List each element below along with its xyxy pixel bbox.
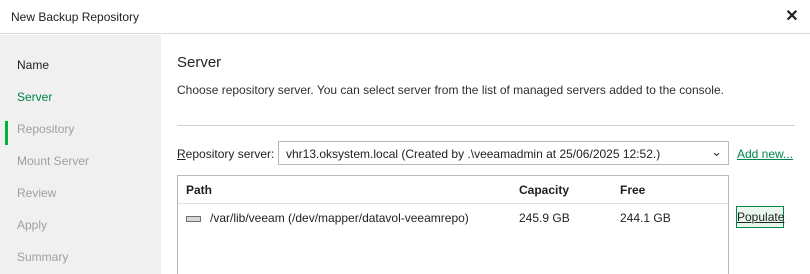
table-header: Path Capacity Free (178, 176, 728, 204)
repository-server-value: vhr13.oksystem.local (Created by .\veeam… (286, 147, 661, 161)
table-row[interactable]: /var/lib/veeam (/dev/mapper/datavol-veea… (178, 204, 728, 230)
divider (177, 125, 795, 126)
repository-server-select[interactable]: vhr13.oksystem.local (Created by .\veeam… (278, 141, 729, 165)
step-repository[interactable]: Repository (17, 117, 74, 141)
main-panel: Server Choose repository server. You can… (161, 35, 810, 274)
active-step-marker (5, 121, 8, 145)
chevron-down-icon: ⌄ (711, 144, 722, 159)
column-header-capacity[interactable]: Capacity (519, 183, 569, 197)
cell-capacity: 245.9 GB (519, 211, 570, 225)
step-server[interactable]: Server (17, 85, 52, 109)
step-name[interactable]: Name (17, 53, 49, 77)
populate-button[interactable]: Populate (736, 206, 784, 228)
cell-free: 244.1 GB (620, 211, 671, 225)
repository-server-label-text: epository server: (185, 147, 275, 161)
wizard-steps-sidebar: Name Server Repository Mount Server Revi… (0, 35, 161, 274)
cell-path: /var/lib/veeam (/dev/mapper/datavol-veea… (210, 211, 469, 225)
step-summary[interactable]: Summary (17, 245, 68, 269)
title-bar: New Backup Repository ✕ (0, 0, 810, 34)
step-apply[interactable]: Apply (17, 213, 47, 237)
step-mount-server[interactable]: Mount Server (17, 149, 89, 173)
add-new-link[interactable]: Add new... (737, 147, 793, 161)
window-title: New Backup Repository (11, 10, 140, 24)
repository-server-label-mnemonic: R (177, 147, 186, 161)
drive-icon (186, 216, 201, 222)
path-table[interactable]: Path Capacity Free /var/lib/veeam (/dev/… (177, 175, 729, 274)
page-description: Choose repository server. You can select… (177, 83, 724, 97)
step-review[interactable]: Review (17, 181, 56, 205)
page-title: Server (177, 54, 222, 71)
column-header-free[interactable]: Free (620, 183, 645, 197)
close-icon[interactable]: ✕ (782, 6, 802, 28)
column-header-path[interactable]: Path (186, 183, 212, 197)
repository-server-label: Repository server: (177, 147, 274, 161)
